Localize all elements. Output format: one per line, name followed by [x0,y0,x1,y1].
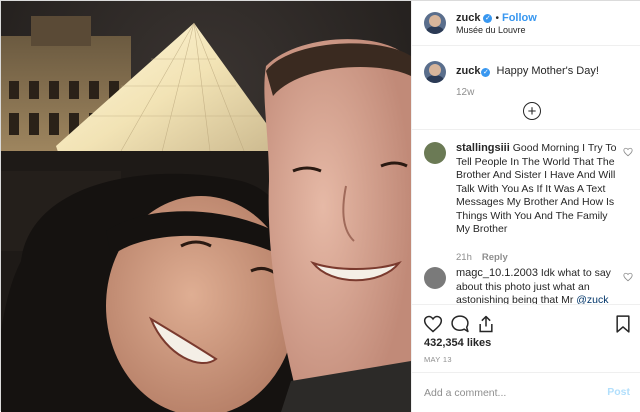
share-icon[interactable] [476,314,496,334]
post-side-panel: zuck ✓ • Follow Musée du Louvre zuck ✓ Ha… [411,1,640,412]
comment-timestamp: 21h [456,252,472,263]
post-date: MAY 13 [424,355,452,364]
caption-body: Happy Mother's Day! [496,65,599,77]
caption-username[interactable]: zuck [456,65,480,77]
likes-count[interactable]: 432,354 likes [424,337,491,349]
author-username[interactable]: zuck [456,12,480,24]
instagram-post: zuck ✓ • Follow Musée du Louvre zuck ✓ Ha… [0,0,640,412]
comments-list[interactable]: stallingsiii Good Morning I Try To Tell … [412,129,640,304]
verified-badge-icon: ✓ [483,13,493,23]
reply-button[interactable]: Reply [482,252,508,263]
commenter-avatar[interactable] [424,267,446,289]
comment-body: Good Morning I Try To Tell People In The… [456,142,617,235]
comment-meta: 21h Reply [456,252,508,263]
commenter-avatar[interactable] [424,142,446,164]
caption-text: zuck ✓ Happy Mother's Day! [456,65,599,77]
add-comment-bar: Post [412,372,640,412]
like-comment-heart-icon[interactable] [623,272,633,282]
post-image [1,1,411,412]
post-header: zuck ✓ • Follow Musée du Louvre [412,1,640,46]
commenter-username[interactable]: stallingsiii [456,142,510,154]
follow-button[interactable]: Follow [502,12,537,24]
commenter-username[interactable]: magc_10.1.2003 [456,267,538,279]
save-bookmark-icon[interactable] [613,314,633,334]
author-avatar[interactable] [424,12,446,34]
caption-timestamp: 12w [456,87,475,98]
separator-dot: • [495,12,499,24]
author-line: zuck ✓ • Follow [456,12,537,24]
mention-link[interactable]: @zuck [576,294,608,304]
like-heart-icon[interactable] [423,314,443,334]
comment-bubble-icon[interactable] [450,314,470,334]
location-link[interactable]: Musée du Louvre [456,25,526,35]
post-comment-button[interactable]: Post [607,386,630,398]
add-comment-input[interactable] [424,385,599,401]
comment-text: magc_10.1.2003 Idk what to say about thi… [456,267,618,304]
caption-avatar[interactable] [424,61,446,83]
like-comment-heart-icon[interactable] [623,147,633,157]
comment-text: stallingsiii Good Morning I Try To Tell … [456,142,618,237]
load-more-comments-icon[interactable]: + [523,102,541,120]
verified-badge-icon: ✓ [481,68,491,77]
post-photo[interactable] [1,1,411,412]
